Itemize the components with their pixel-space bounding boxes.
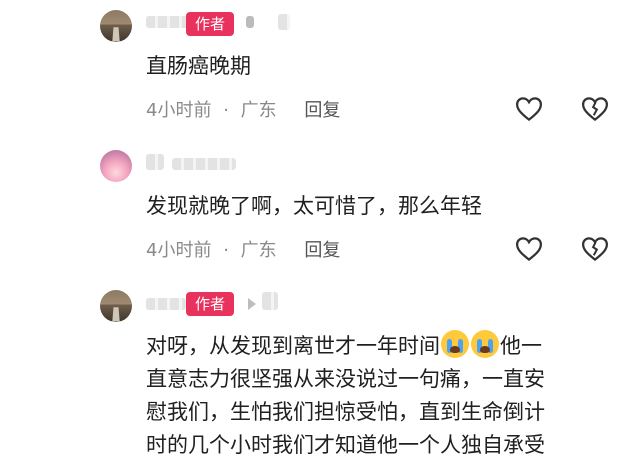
avatar[interactable] (100, 150, 132, 182)
comment-location: 广东 (240, 240, 277, 261)
loudly-crying-face-emoji (471, 330, 499, 358)
avatar[interactable] (100, 10, 132, 42)
comment-text-fragment: 对呀，从发现到离世才一年时间 (146, 334, 440, 358)
comment-item: 作者 对呀，从发现到离世才一年时间 他一 直意志力很坚强从来没说过一句痛，一直安 … (0, 280, 640, 466)
comment-time: 4小时前 (146, 240, 212, 261)
broken-heart-icon[interactable] (580, 94, 610, 124)
avatar[interactable] (100, 290, 132, 322)
comment-item: 作者 直肠癌晚期 4小时前 · 广东 回复 (0, 0, 640, 140)
comment-text-fragment: 他一 (500, 334, 542, 358)
reply-button[interactable]: 回复 (304, 96, 340, 122)
comment-text-line: 直意志力很坚强从来没说过一句痛，一直安 (146, 367, 545, 391)
blurred-tag (278, 14, 290, 30)
heart-outline-icon[interactable] (514, 94, 544, 124)
comment-text-line: 时的几个小时我们才知道他一个人独自承受 (146, 433, 545, 457)
comment-location: 广东 (240, 100, 277, 121)
username-blurred (172, 158, 236, 170)
meta-separator: · (223, 100, 229, 121)
author-badge: 作者 (186, 12, 235, 36)
comment-text: 对呀，从发现到离世才一年时间 他一 直意志力很坚强从来没说过一句痛，一直安 慰我们… (146, 330, 616, 462)
heart-outline-icon[interactable] (514, 234, 544, 264)
username-blurred[interactable] (146, 154, 164, 170)
meta-separator: · (223, 240, 229, 261)
broken-heart-icon[interactable] (580, 234, 610, 264)
comment-meta: 4小时前 · 广东 回复 (146, 236, 340, 262)
username-blurred[interactable] (146, 298, 186, 310)
author-badge: 作者 (186, 292, 235, 316)
reply-button[interactable]: 回复 (304, 236, 340, 262)
loudly-crying-face-emoji (441, 330, 469, 358)
comment-item: 发现就晚了啊，太可惜了，那么年轻 4小时前 · 广东 回复 (0, 140, 640, 280)
blurred-tag (262, 292, 278, 310)
reply-arrow-icon (248, 298, 256, 310)
comment-text: 直肠癌晚期 (146, 54, 251, 78)
comment-text-line: 慰我们，生怕我们担惊受怕，直到生命倒计 (146, 400, 545, 424)
username-blurred[interactable] (146, 16, 190, 28)
blurred-tag (246, 16, 254, 28)
comment-text-line: 对呀，从发现到离世才一年时间 他一 (146, 330, 616, 363)
comment-meta: 4小时前 · 广东 回复 (146, 96, 340, 122)
comment-time: 4小时前 (146, 100, 212, 121)
comment-text: 发现就晚了啊，太可惜了，那么年轻 (146, 194, 482, 218)
